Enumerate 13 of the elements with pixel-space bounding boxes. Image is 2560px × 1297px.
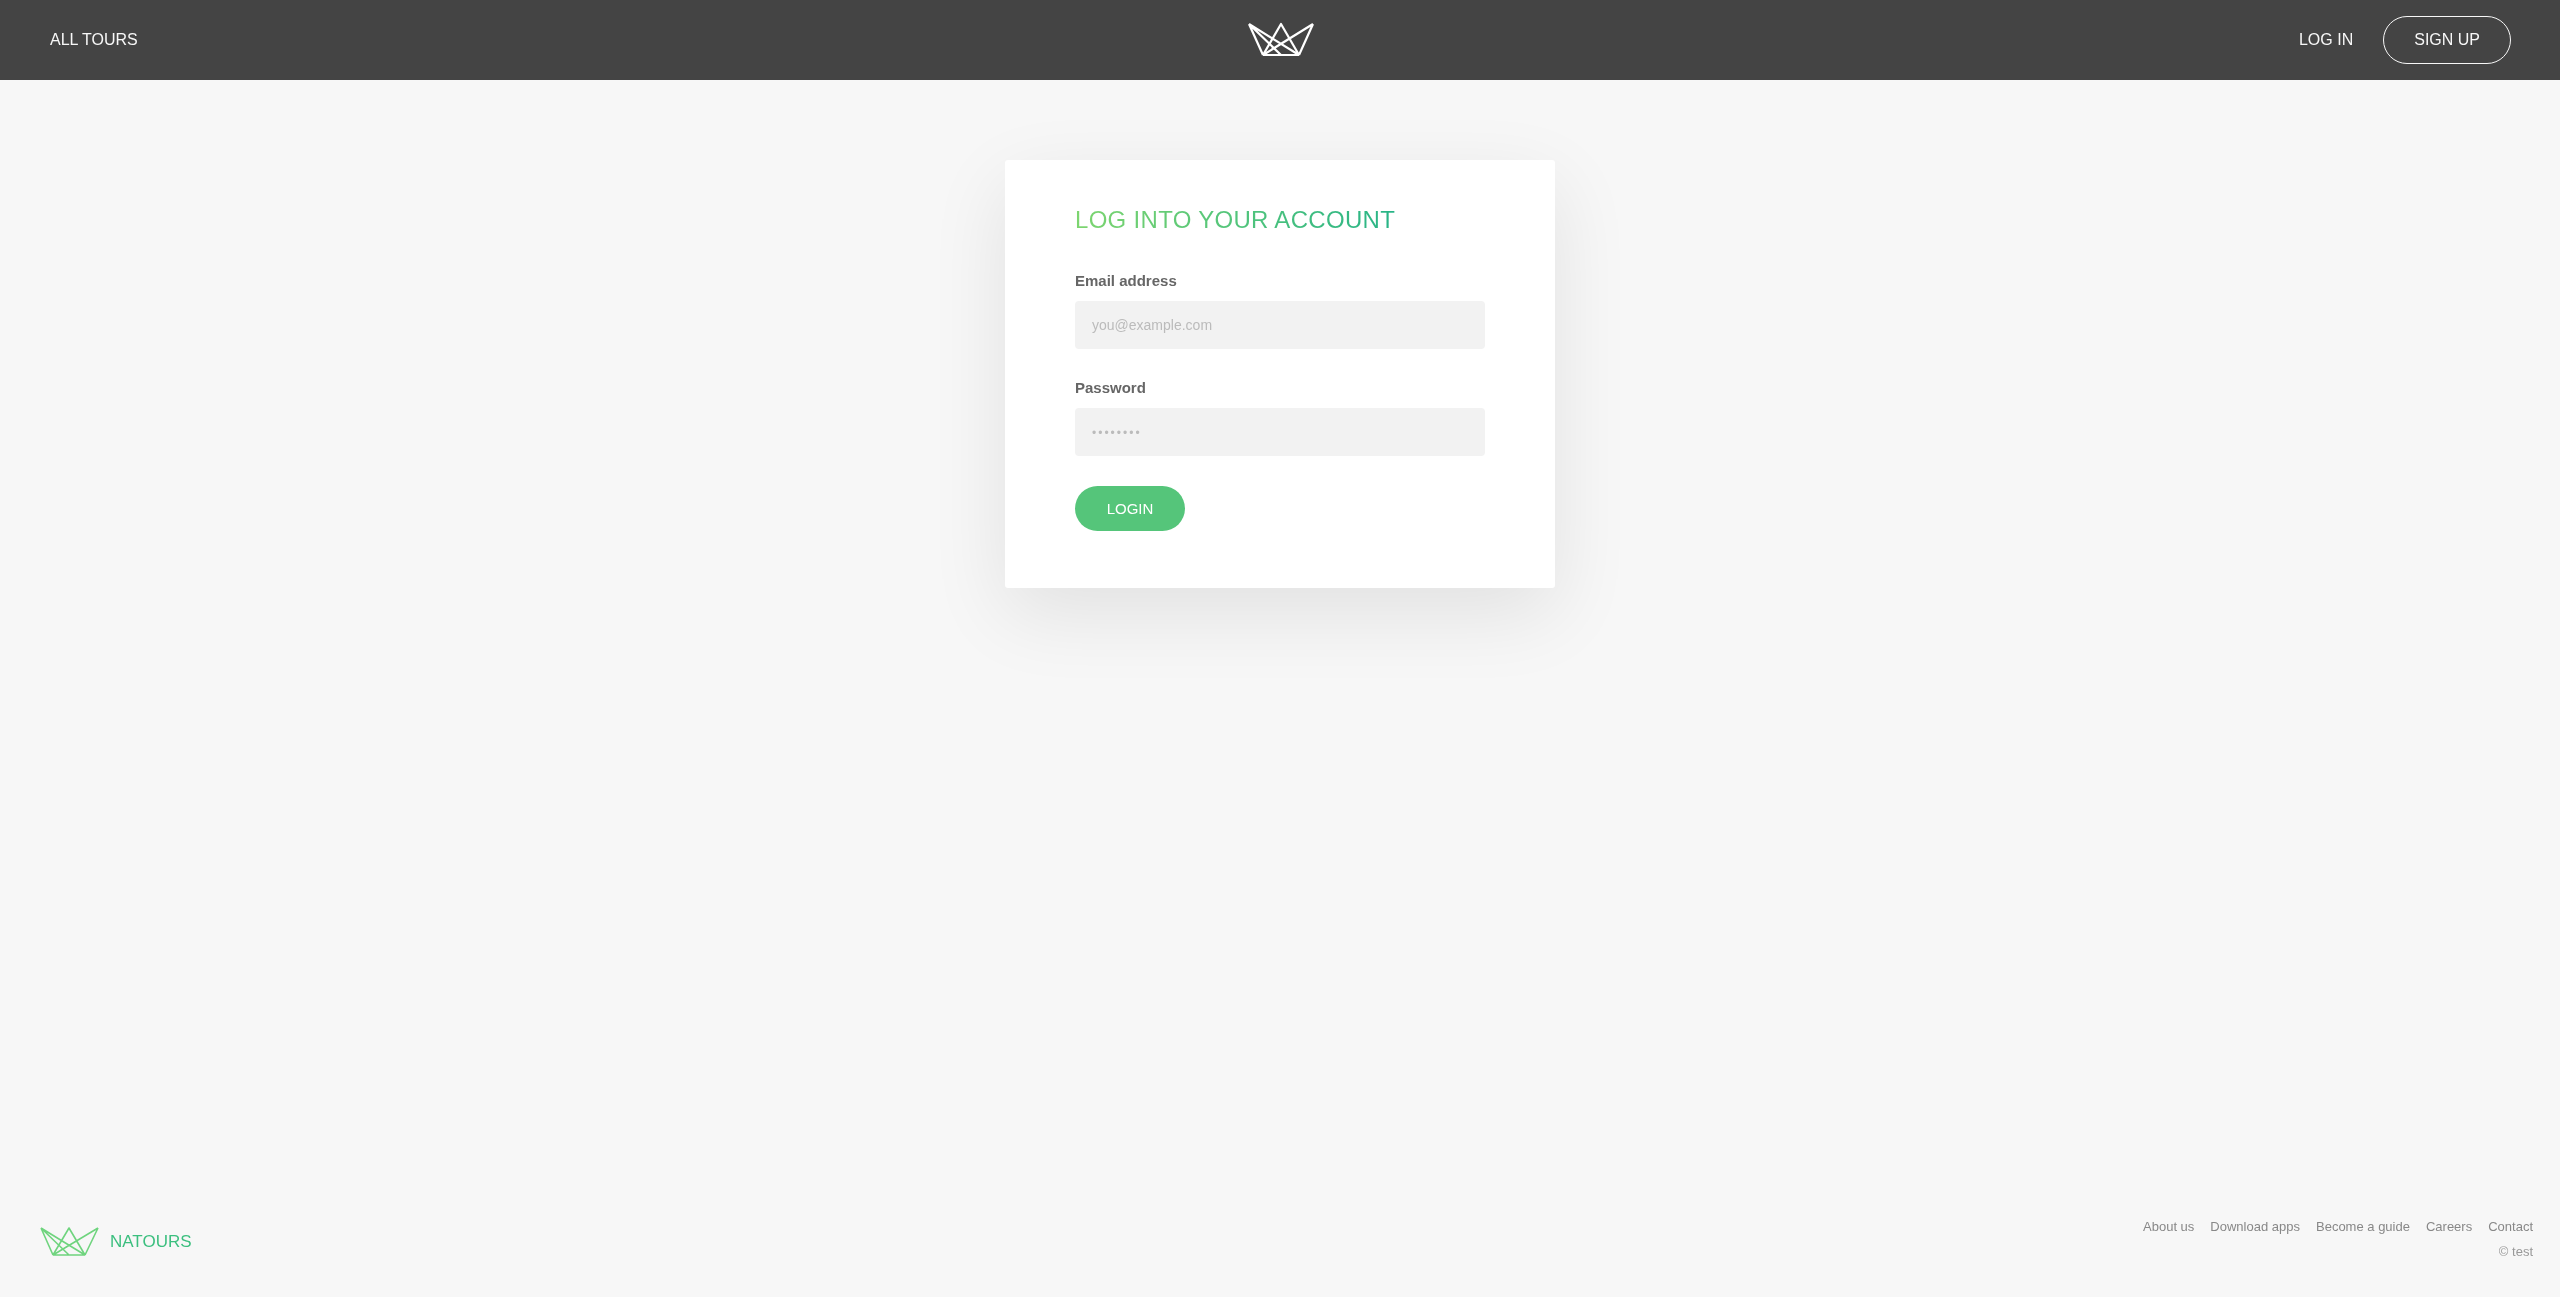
footer-link[interactable]: About us: [2143, 1219, 2195, 1234]
footer-link[interactable]: Careers: [2425, 1219, 2473, 1234]
input-field[interactable]: ••••••••: [1075, 408, 1485, 456]
copyright-text: © test: [2498, 1244, 2533, 1259]
login-button[interactable]: LOGIN: [1075, 486, 1185, 531]
brand-name: NATOURS: [110, 1232, 192, 1252]
field-label: Email address: [1075, 272, 1178, 289]
all-tours-link[interactable]: ALL TOURS: [50, 31, 138, 49]
footer-link[interactable]: Download apps: [2210, 1219, 2300, 1234]
footer-link[interactable]: Become a guide: [2316, 1219, 2410, 1234]
footer-link[interactable]: Contact: [2488, 1219, 2533, 1234]
field-label: Password: [1075, 379, 1147, 396]
log-in-link[interactable]: LOG IN: [2298, 31, 2354, 49]
